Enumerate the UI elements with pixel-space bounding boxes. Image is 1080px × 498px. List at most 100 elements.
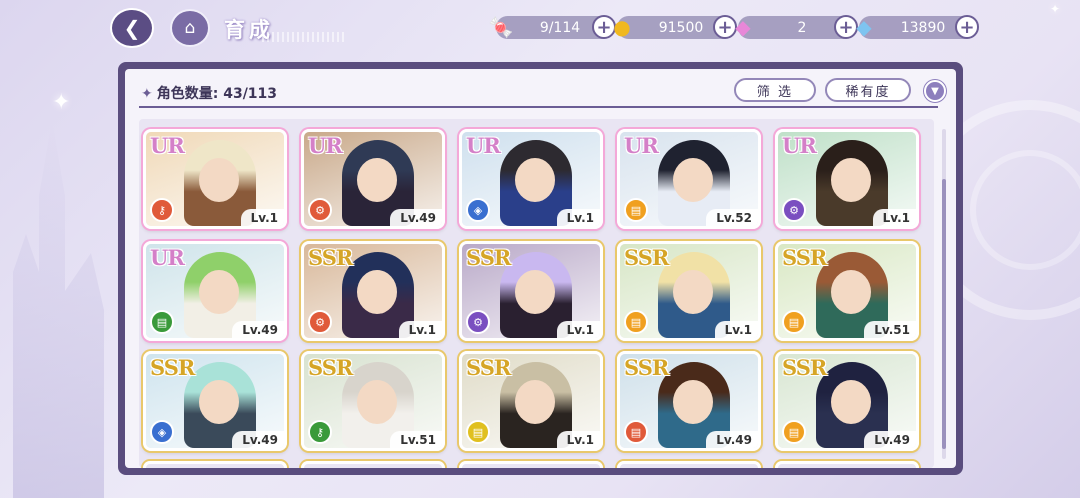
character-face (199, 270, 239, 314)
character-face (515, 270, 555, 314)
sparkle-icon: ✦ (141, 86, 153, 102)
book-icon: ▤ (624, 198, 648, 222)
character-face (515, 158, 555, 202)
rarity-badge: UR (782, 133, 817, 158)
candy-counter: 🍬 9/114 + (489, 15, 616, 39)
level-label: Lv.1 (872, 209, 916, 226)
shield-icon: ◈ (150, 420, 174, 444)
character-face (831, 380, 871, 424)
level-label: Lv.1 (556, 209, 600, 226)
character-panel: ✦ 角色数量: 43/113 筛 选 稀有度 ▼ UR ⚷ Lv.1 UR ⚙ Lv.49 U… (118, 62, 963, 475)
gear-icon: ⚙ (308, 198, 332, 222)
level-label: Lv.51 (864, 321, 916, 338)
book-icon: ▤ (624, 420, 648, 444)
back-arrow-icon: ❮ (123, 16, 141, 40)
sparkle-icon: ✦ (52, 90, 71, 115)
rarity-badge: SSR (782, 355, 827, 380)
scrollbar[interactable] (942, 129, 946, 459)
castle-home-icon: ⌂ (184, 18, 196, 38)
character-card[interactable]: SSR ▤ Lv.49 (775, 351, 919, 451)
gear-icon: ⚙ (308, 310, 332, 334)
character-face (673, 380, 713, 424)
rarity-badge: SSR (624, 355, 669, 380)
character-card[interactable]: UR ▤ Lv.49 (143, 241, 287, 341)
gold-counter: ● 91500 + (613, 15, 737, 39)
level-label: Lv.1 (240, 209, 284, 226)
rarity-badge: UR (150, 133, 185, 158)
blue-diamond-icon: ◆ (856, 15, 872, 39)
level-label: Lv.49 (232, 431, 284, 448)
character-face (515, 380, 555, 424)
blue-gem-add-button[interactable]: + (955, 15, 979, 39)
character-card-partial[interactable] (775, 461, 919, 468)
scrollbar-thumb[interactable] (942, 179, 946, 449)
character-card[interactable]: UR ⚙ Lv.49 (301, 129, 445, 229)
character-card[interactable]: UR ⚷ Lv.1 (143, 129, 287, 229)
key-icon: ⚷ (308, 420, 332, 444)
level-label: Lv.1 (556, 431, 600, 448)
title-decoration (262, 32, 346, 42)
rarity-badge: SSR (308, 245, 353, 270)
character-card-partial[interactable] (143, 461, 287, 468)
rarity-sort-button[interactable]: 稀有度 (825, 78, 911, 102)
character-card[interactable]: UR ▤ Lv.52 (617, 129, 761, 229)
character-face (357, 380, 397, 424)
panel-header: ✦ 角色数量: 43/113 筛 选 稀有度 ▼ (125, 69, 956, 109)
panel-inner: ✦ 角色数量: 43/113 筛 选 稀有度 ▼ UR ⚷ Lv.1 UR ⚙ Lv.49 U… (125, 69, 956, 468)
character-card-partial[interactable] (617, 461, 761, 468)
level-label: Lv.49 (706, 431, 758, 448)
rarity-badge: UR (308, 133, 343, 158)
shield-icon: ◈ (466, 198, 490, 222)
character-card[interactable]: UR ⚙ Lv.1 (775, 129, 919, 229)
level-label: Lv.1 (556, 321, 600, 338)
rarity-badge: SSR (466, 245, 511, 270)
character-card-partial[interactable] (459, 461, 603, 468)
rarity-badge: UR (466, 133, 501, 158)
gold-coin-icon: ● (613, 15, 631, 39)
character-card[interactable]: SSR ▤ Lv.49 (617, 351, 761, 451)
character-grid: UR ⚷ Lv.1 UR ⚙ Lv.49 UR ◈ Lv.1 UR ▤ Lv.52 UR ⚙ Lv.1 UR ▤… (139, 119, 934, 468)
character-card-partial[interactable] (301, 461, 445, 468)
pink-gem-counter: ◆ 2 + (735, 15, 858, 39)
top-bar: ❮ ⌂ 育成 🍬 9/114 + ● 91500 + ◆ 2 + ◆ 13890… (0, 0, 1080, 56)
castle-silhouette (13, 120, 104, 498)
character-face (199, 158, 239, 202)
candy-icon: 🍬 (488, 15, 514, 39)
rarity-badge: SSR (624, 245, 669, 270)
chevron-down-icon[interactable]: ▼ (924, 80, 946, 102)
rarity-badge: SSR (308, 355, 353, 380)
character-card[interactable]: SSR ⚙ Lv.1 (301, 241, 445, 341)
character-card[interactable]: SSR ◈ Lv.49 (143, 351, 287, 451)
gear-icon: ⚙ (466, 310, 490, 334)
rarity-badge: UR (624, 133, 659, 158)
book-icon: ▤ (150, 310, 174, 334)
character-face (831, 270, 871, 314)
level-label: Lv.1 (398, 321, 442, 338)
home-button[interactable]: ⌂ (170, 9, 210, 47)
level-label: Lv.49 (864, 431, 916, 448)
character-card[interactable]: UR ◈ Lv.1 (459, 129, 603, 229)
filter-button[interactable]: 筛 选 (734, 78, 816, 102)
character-card[interactable]: SSR ▤ Lv.1 (459, 351, 603, 451)
character-face (357, 158, 397, 202)
character-card[interactable]: SSR ▤ Lv.1 (617, 241, 761, 341)
gear-icon: ⚙ (782, 198, 806, 222)
rarity-badge: SSR (466, 355, 511, 380)
back-button[interactable]: ❮ (110, 8, 154, 48)
level-label: Lv.49 (390, 209, 442, 226)
level-label: Lv.1 (714, 321, 758, 338)
level-label: Lv.51 (390, 431, 442, 448)
character-face (357, 270, 397, 314)
book-icon: ▤ (782, 420, 806, 444)
character-card[interactable]: SSR ⚷ Lv.51 (301, 351, 445, 451)
book-icon: ▤ (624, 310, 648, 334)
key-icon: ⚷ (150, 198, 174, 222)
character-face (673, 158, 713, 202)
rarity-badge: UR (150, 245, 185, 270)
blue-gem-counter: ◆ 13890 + (856, 15, 979, 39)
level-label: Lv.49 (232, 321, 284, 338)
level-label: Lv.52 (706, 209, 758, 226)
header-divider (139, 106, 938, 108)
character-card[interactable]: SSR ▤ Lv.51 (775, 241, 919, 341)
character-card[interactable]: SSR ⚙ Lv.1 (459, 241, 603, 341)
